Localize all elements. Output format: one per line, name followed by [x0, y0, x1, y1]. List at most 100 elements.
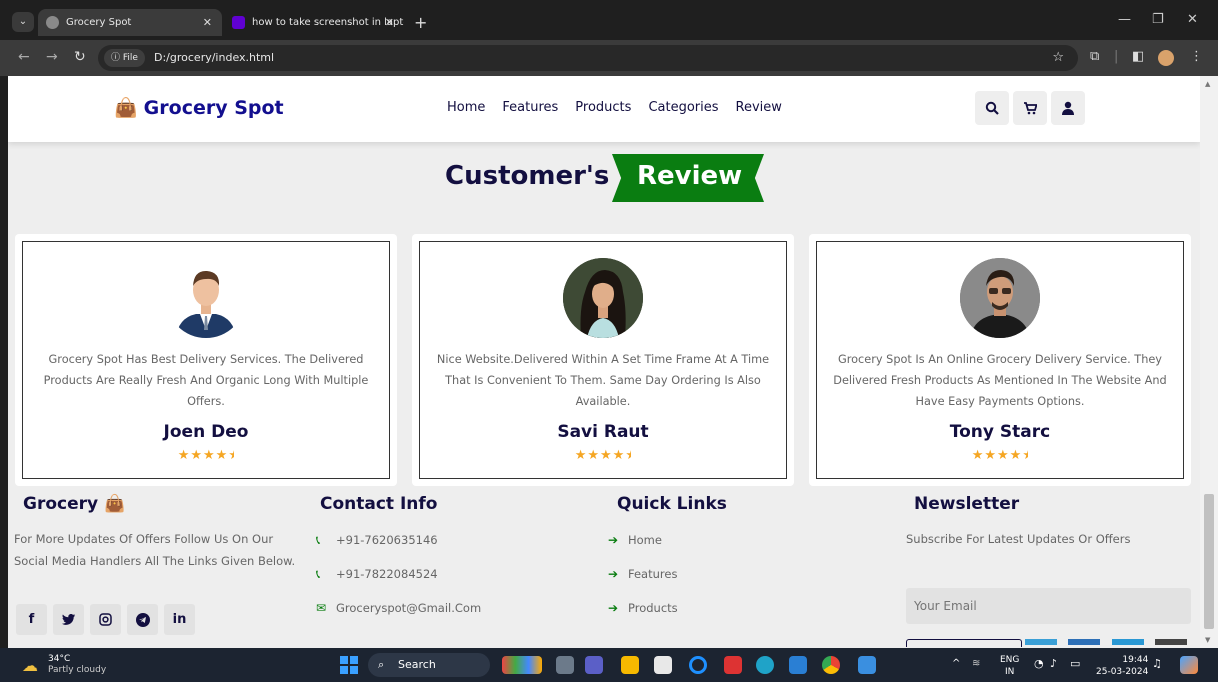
- review-text: Nice Website.Delivered Within A Set Time…: [436, 353, 770, 408]
- restore-icon[interactable]: ❐: [1152, 12, 1164, 27]
- nav-home[interactable]: Home: [447, 100, 485, 115]
- review-card-border: Grocery Spot Has Best Delivery Services.…: [22, 241, 390, 479]
- nav-features[interactable]: Features: [502, 100, 558, 115]
- close-tab-icon[interactable]: ✕: [385, 9, 394, 36]
- cart-button[interactable]: [1013, 91, 1047, 125]
- subscribe-button[interactable]: [906, 639, 1022, 647]
- star-icon: ★: [190, 448, 203, 463]
- chrome-icon[interactable]: [822, 656, 840, 674]
- review-text: Grocery Spot Has Best Delivery Services.…: [43, 353, 369, 408]
- cortana-icon[interactable]: [689, 656, 707, 674]
- reviewer-photo-icon: [176, 270, 236, 338]
- photos-icon[interactable]: [858, 656, 876, 674]
- store-icon[interactable]: [654, 656, 672, 674]
- site-info-chip[interactable]: ⓘ File: [104, 49, 145, 67]
- clock[interactable]: 19:44 25-03-2024: [1096, 654, 1148, 678]
- telegram-icon[interactable]: [127, 604, 158, 635]
- nav-review[interactable]: Review: [736, 100, 782, 115]
- bookmark-star-icon[interactable]: ☆: [1052, 45, 1064, 71]
- instagram-icon[interactable]: [90, 604, 121, 635]
- contact-phone-2[interactable]: 📞︎ +91-7822084524: [316, 557, 592, 591]
- star-icon: ★: [177, 448, 191, 463]
- quick-link-products[interactable]: ➔ Products: [608, 591, 889, 625]
- widget-app-icon[interactable]: [502, 656, 542, 674]
- weather-cloud-icon[interactable]: ☁: [22, 656, 38, 675]
- scroll-up-arrow-icon[interactable]: ▲: [1205, 80, 1210, 88]
- footer-contact-title: Contact Info: [320, 494, 438, 514]
- star-icon: ★: [600, 448, 613, 463]
- close-tab-icon[interactable]: ✕: [203, 9, 212, 36]
- star-icon: ★: [215, 448, 229, 463]
- main-nav: Home Features Products Categories Review: [447, 100, 782, 115]
- heading-review: Review: [637, 161, 743, 191]
- footer-quick-links: Quick Links ➔ Home ➔ Features ➔ Products: [608, 494, 889, 625]
- profile-avatar-icon[interactable]: [1158, 50, 1174, 66]
- volume-icon[interactable]: ♪: [1050, 658, 1057, 670]
- contact-email[interactable]: ✉ Groceryspot@Gmail.Com: [316, 591, 592, 625]
- half-star-icon: ★: [1022, 448, 1028, 463]
- scroll-down-arrow-icon[interactable]: ▼: [1205, 636, 1210, 644]
- tab-screenshot-search[interactable]: how to take screenshot in lapto ✕: [224, 9, 404, 36]
- newsletter-email-input[interactable]: [906, 588, 1191, 624]
- menu-kebab-icon[interactable]: ⋮: [1190, 49, 1203, 64]
- file-explorer-icon[interactable]: [621, 656, 639, 674]
- nav-products[interactable]: Products: [575, 100, 631, 115]
- url-text: D:/grocery/index.html: [154, 51, 275, 64]
- quick-link-home[interactable]: ➔ Home: [608, 523, 889, 557]
- copilot-icon[interactable]: [1180, 656, 1198, 674]
- reviewer-photo-icon: [563, 258, 643, 338]
- tab-title: how to take screenshot in lapto: [252, 17, 404, 28]
- facebook-icon[interactable]: f: [16, 604, 47, 635]
- close-window-icon[interactable]: ✕: [1187, 12, 1198, 27]
- task-view-icon[interactable]: [556, 656, 574, 674]
- edge-icon[interactable]: [756, 656, 774, 674]
- language-indicator[interactable]: ENG IN: [1000, 654, 1019, 678]
- region-code: IN: [1005, 667, 1015, 677]
- reload-icon[interactable]: ↻: [74, 49, 86, 65]
- network-status-icon[interactable]: ≋: [972, 658, 980, 670]
- quick-link-features[interactable]: ➔ Features: [608, 557, 889, 591]
- windows-start-icon[interactable]: [340, 656, 358, 674]
- tab-search-icon[interactable]: ⌄: [12, 12, 34, 32]
- search-icon: ⌕: [378, 658, 385, 671]
- page-scrollbar[interactable]: ▲ ▼: [1200, 76, 1218, 648]
- wifi-icon[interactable]: ◔: [1034, 658, 1044, 670]
- reviewer-avatar: [166, 258, 246, 338]
- side-panel-icon[interactable]: ◧: [1132, 49, 1144, 64]
- extensions-icon[interactable]: ⧉: [1090, 49, 1099, 64]
- address-bar[interactable]: ⓘ File D:/grocery/index.html ☆: [98, 45, 1078, 71]
- cart-icon: [1024, 102, 1038, 115]
- footer-links-title: Quick Links: [617, 494, 727, 514]
- arrow-right-icon: ➔: [608, 533, 619, 547]
- tab-grocery-spot[interactable]: Grocery Spot ✕: [38, 9, 222, 36]
- search-button[interactable]: [975, 91, 1009, 125]
- tab-title: Grocery Spot: [66, 17, 132, 28]
- teams-icon[interactable]: [585, 656, 603, 674]
- payment-card-icon: [1068, 639, 1100, 645]
- nav-categories[interactable]: Categories: [648, 100, 718, 115]
- user-button[interactable]: [1051, 91, 1085, 125]
- linkedin-icon[interactable]: in: [164, 604, 195, 635]
- new-tab-button[interactable]: +: [414, 9, 427, 36]
- back-icon[interactable]: ←: [18, 49, 30, 65]
- scrollbar-thumb[interactable]: [1204, 494, 1214, 629]
- weather-temp: 34°C: [48, 654, 71, 664]
- forward-icon[interactable]: →: [46, 49, 58, 65]
- twitter-icon[interactable]: [53, 604, 84, 635]
- taskbar-search[interactable]: ⌕ Search: [368, 653, 490, 677]
- notification-bell-icon[interactable]: ♫: [1152, 658, 1162, 670]
- star-icon: ★: [997, 448, 1010, 463]
- star-rating: ★★★★★: [23, 448, 389, 463]
- app-icon[interactable]: [724, 656, 742, 674]
- star-icon: ★: [574, 448, 588, 463]
- minimize-icon[interactable]: —: [1118, 12, 1131, 27]
- contact-phone-1[interactable]: 📞︎ +91-7620635146: [316, 523, 592, 557]
- search-icon: [985, 101, 999, 115]
- site-logo[interactable]: 👜 Grocery Spot: [114, 96, 284, 119]
- vscode-icon[interactable]: [789, 656, 807, 674]
- chevron-up-icon[interactable]: ^: [952, 658, 960, 670]
- battery-icon[interactable]: ▭: [1070, 658, 1080, 670]
- newsletter-text: Subscribe For Latest Updates Or Offers: [906, 532, 1131, 546]
- weather-widget[interactable]: 34°C Partly cloudy: [48, 654, 106, 676]
- reviewer-name: Joen Deo: [163, 422, 249, 442]
